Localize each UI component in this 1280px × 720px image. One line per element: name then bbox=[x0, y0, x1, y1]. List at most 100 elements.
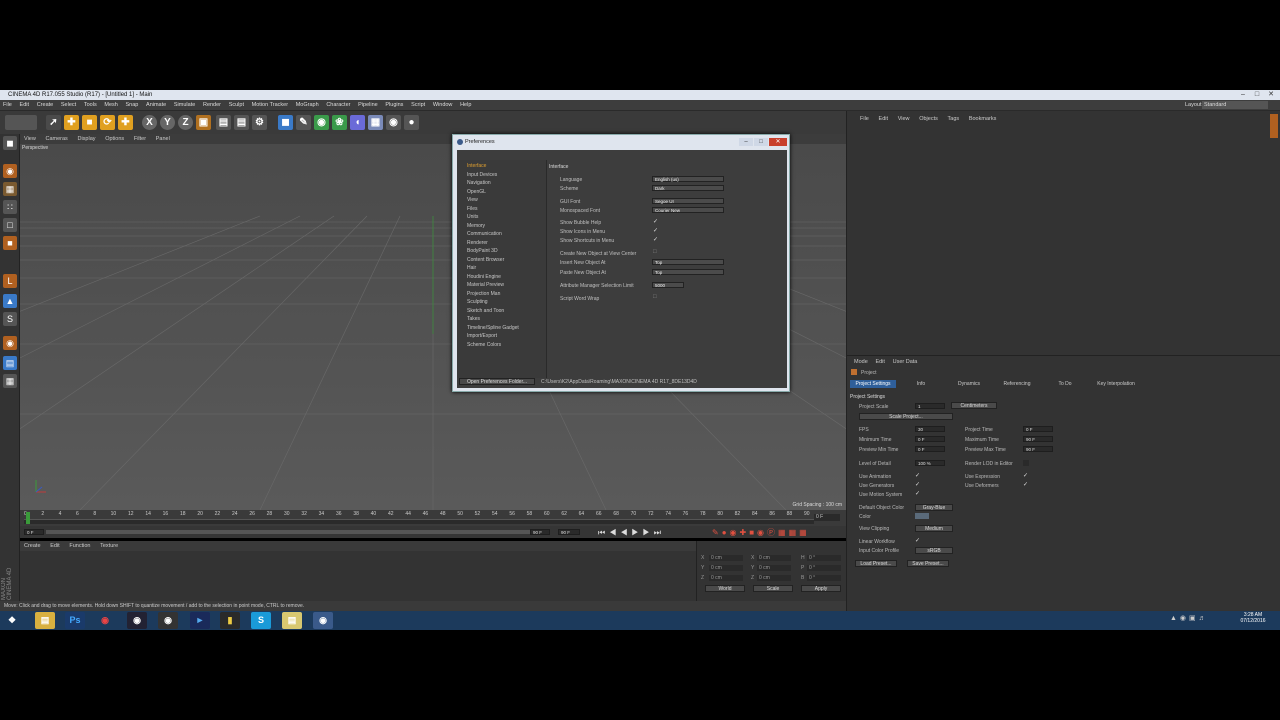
fps-field[interactable]: 30 bbox=[915, 426, 945, 432]
menu-plugins[interactable]: Plugins bbox=[382, 100, 406, 111]
x-axis-icon[interactable]: X bbox=[142, 115, 157, 130]
use-deformers-checkbox[interactable]: ✓ bbox=[1023, 482, 1029, 488]
default-color-select[interactable]: Gray-Blue bbox=[915, 504, 953, 511]
input-profile-select[interactable]: sRGB bbox=[915, 547, 953, 554]
preferences-tree-item[interactable]: Navigation bbox=[467, 180, 491, 186]
create-at-center-checkbox[interactable]: □ bbox=[653, 249, 657, 255]
menu-select[interactable]: Select bbox=[58, 100, 79, 111]
close-button[interactable]: ✕ bbox=[1264, 91, 1278, 99]
end-frame-field[interactable]: 90 F bbox=[558, 529, 580, 535]
menu-motion-tracker[interactable]: Motion Tracker bbox=[249, 100, 291, 111]
viewport-menu-cameras[interactable]: Cameras bbox=[42, 134, 72, 144]
attr-tab[interactable]: Dynamics bbox=[946, 380, 992, 388]
select-arrow-icon[interactable]: ➚ bbox=[46, 115, 61, 130]
deformer-icon[interactable]: ◖ bbox=[350, 115, 365, 130]
menu-edit[interactable]: Edit bbox=[17, 100, 32, 111]
preferences-tree-item[interactable]: Import/Export bbox=[467, 333, 497, 339]
preferences-tree-item[interactable]: Houdini Engine bbox=[467, 274, 501, 280]
cinema4d-icon[interactable]: ◉ bbox=[313, 612, 333, 629]
linear-workflow-checkbox[interactable]: ✓ bbox=[915, 538, 921, 544]
visual-studio-icon[interactable]: ► bbox=[190, 612, 210, 629]
coord-field[interactable]: 0 ° bbox=[807, 565, 841, 571]
cube-primitive-icon[interactable]: ◼ bbox=[278, 115, 293, 130]
coord-field[interactable]: 0 ° bbox=[807, 575, 841, 581]
rotate-tool-icon[interactable]: ⟳ bbox=[100, 115, 115, 130]
preferences-tree-item[interactable]: Timeline/Spline Gadget bbox=[467, 325, 519, 331]
objects-side-tab[interactable] bbox=[1270, 114, 1278, 138]
folder-icon[interactable]: ▤ bbox=[282, 612, 302, 629]
project-time-field[interactable]: 0 F bbox=[1023, 426, 1053, 432]
menu-character[interactable]: Character bbox=[323, 100, 353, 111]
camera-icon[interactable]: ◉ bbox=[386, 115, 401, 130]
viewport-menu-filter[interactable]: Filter bbox=[130, 134, 150, 144]
min-time-field[interactable]: 0 F bbox=[915, 436, 945, 442]
light-icon[interactable]: ● bbox=[404, 115, 419, 130]
coordinate-system-icon[interactable]: ▣ bbox=[196, 115, 211, 130]
start-button-icon[interactable]: ❖ bbox=[2, 612, 22, 629]
scale-project-button[interactable]: Scale Project... bbox=[859, 413, 953, 420]
preferences-tree-item[interactable]: Interface bbox=[467, 163, 486, 169]
preferences-tree-item[interactable]: Renderer bbox=[467, 240, 488, 246]
file-explorer-icon[interactable]: ▤ bbox=[35, 612, 55, 629]
view-clipping-select[interactable]: Medium bbox=[915, 525, 953, 532]
array-icon[interactable]: ❀ bbox=[332, 115, 347, 130]
objmgr-menu-tags[interactable]: Tags bbox=[944, 114, 964, 124]
axis-mode-icon[interactable]: L bbox=[3, 274, 17, 288]
viewport-menu-display[interactable]: Display bbox=[73, 134, 99, 144]
preferences-tree-item[interactable]: Scheme Colors bbox=[467, 342, 501, 348]
preview-min-field[interactable]: 0 F bbox=[915, 446, 945, 452]
gui-font-select[interactable]: Segoe UI bbox=[652, 198, 724, 204]
y-axis-icon[interactable]: Y bbox=[160, 115, 175, 130]
locked-workplane-icon[interactable]: ▤ bbox=[3, 356, 17, 370]
timeline-track[interactable] bbox=[24, 519, 814, 524]
preview-end-field[interactable]: 90 F bbox=[530, 529, 550, 535]
viewport-menu-view[interactable]: View bbox=[20, 134, 40, 144]
preferences-tree-item[interactable]: Material Preview bbox=[467, 282, 504, 288]
playback-controls[interactable]: ⏮◀◀▶▶⏭ bbox=[598, 528, 708, 537]
preferences-tree-item[interactable]: Content Browser bbox=[467, 257, 504, 263]
attr-tab[interactable]: Referencing bbox=[994, 380, 1040, 388]
move-tool-icon[interactable]: ✚ bbox=[64, 115, 79, 130]
chrome-icon[interactable]: ◉ bbox=[95, 612, 115, 629]
objmgr-menu-bookmarks[interactable]: Bookmarks bbox=[965, 114, 1001, 124]
render-picture-viewer-icon[interactable]: ▤ bbox=[234, 115, 249, 130]
menu-script[interactable]: Script bbox=[408, 100, 428, 111]
workplane-icon[interactable]: ◉ bbox=[3, 336, 17, 350]
coord-field[interactable]: 0 cm bbox=[709, 575, 743, 581]
maximize-button[interactable]: □ bbox=[1250, 91, 1264, 99]
timeline-current-frame[interactable]: 0 F bbox=[814, 514, 840, 521]
material-menu-texture[interactable]: Texture bbox=[96, 541, 122, 551]
recent-tool-icon[interactable]: ✚ bbox=[118, 115, 133, 130]
timeline-ruler[interactable]: 0246810121416182022242628303234363840424… bbox=[20, 510, 846, 526]
icons-in-menu-checkbox[interactable]: ✓ bbox=[653, 227, 658, 234]
lod-field[interactable]: 100 % bbox=[915, 460, 945, 466]
attr-limit-field[interactable]: 5000 bbox=[652, 282, 684, 288]
scheme-select[interactable]: Dark bbox=[652, 185, 724, 191]
preferences-tree-item[interactable]: View bbox=[467, 197, 478, 203]
photoshop-icon[interactable]: Ps bbox=[65, 612, 85, 629]
preferences-tree-item[interactable]: Sketch and Toon bbox=[467, 308, 504, 314]
objmgr-menu-objects[interactable]: Objects bbox=[915, 114, 942, 124]
open-preferences-folder-button[interactable]: Open Preferences Folder... bbox=[459, 378, 535, 385]
project-scale-field[interactable]: 1 bbox=[915, 403, 945, 409]
clock[interactable]: 3:28 AM 07/12/2016 bbox=[1232, 612, 1274, 624]
system-tray-icons[interactable]: ▲◉▣♬ bbox=[1170, 614, 1230, 626]
obs-icon[interactable]: ◉ bbox=[158, 612, 178, 629]
attr-menu-user-data[interactable]: User Data bbox=[890, 359, 921, 365]
save-preset-button[interactable]: Save Preset... bbox=[907, 560, 949, 567]
material-menu-edit[interactable]: Edit bbox=[46, 541, 63, 551]
preview-max-field[interactable]: 90 F bbox=[1023, 446, 1053, 452]
scale-tool-icon[interactable]: ■ bbox=[82, 115, 97, 130]
minimize-button[interactable]: – bbox=[1236, 91, 1250, 99]
dialog-minimize-button[interactable]: – bbox=[739, 138, 753, 146]
objmgr-menu-edit[interactable]: Edit bbox=[875, 114, 892, 124]
preferences-tree-item[interactable]: Input Devices bbox=[467, 172, 497, 178]
coord-space-select[interactable]: World bbox=[705, 585, 745, 592]
bubble-help-checkbox[interactable]: ✓ bbox=[653, 218, 658, 225]
layout-select[interactable]: Standard bbox=[1202, 101, 1268, 109]
start-frame-field[interactable]: 0 F bbox=[24, 529, 44, 535]
preferences-tree-item[interactable]: OpenGL bbox=[467, 189, 486, 195]
model-mode-icon[interactable]: ◉ bbox=[3, 164, 17, 178]
object-manager[interactable] bbox=[846, 111, 1280, 355]
preferences-tree-item[interactable]: Files bbox=[467, 206, 478, 212]
